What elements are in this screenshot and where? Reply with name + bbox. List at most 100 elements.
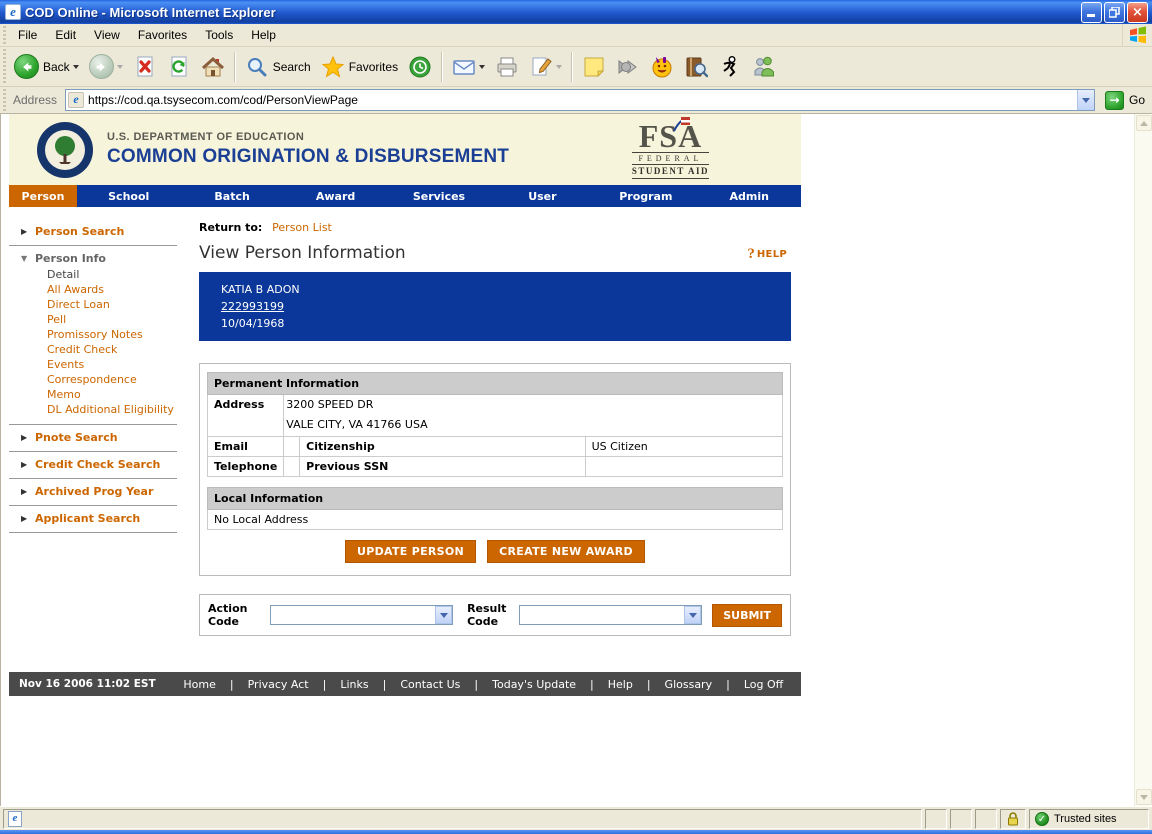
submit-button[interactable]: SUBMIT [712, 603, 783, 627]
tab-school[interactable]: School [77, 185, 180, 207]
tab-services[interactable]: Services [387, 185, 490, 207]
person-list-link[interactable]: Person List [272, 221, 332, 234]
sidebar-item-detail[interactable]: Detail [47, 267, 191, 282]
footer-link-log-off[interactable]: Log Off [719, 678, 790, 691]
aim-button[interactable] [713, 50, 747, 84]
chevron-down-icon [1081, 97, 1090, 103]
sidebar-item-credit-check-search[interactable]: ▶ Credit Check Search [9, 454, 191, 476]
footer-link-glossary[interactable]: Glossary [640, 678, 719, 691]
sidebar-item-applicant-search[interactable]: ▶ Applicant Search [9, 508, 191, 530]
restore-button[interactable] [1104, 1, 1125, 23]
footer-link-help[interactable]: Help [583, 678, 640, 691]
tab-person[interactable]: Person [9, 185, 77, 207]
sidebar-item-all-awards[interactable]: All Awards [47, 282, 191, 297]
close-button[interactable]: × [1127, 1, 1148, 23]
sticky-note-icon [584, 57, 605, 77]
vertical-scrollbar[interactable] [1134, 114, 1152, 806]
action-code-select[interactable] [269, 605, 454, 625]
toolbar-grip-3[interactable] [1, 89, 8, 111]
update-person-button[interactable]: UPDATE PERSON [345, 540, 477, 563]
previous-ssn-label: Previous SSN [299, 456, 586, 477]
site-header: U.S. DEPARTMENT OF EDUCATION COMMON ORIG… [9, 114, 801, 185]
refresh-button[interactable] [162, 50, 196, 84]
sidebar-item-events[interactable]: Events [47, 357, 191, 372]
footer-link-todays-update[interactable]: Today's Update [467, 678, 583, 691]
menu-tools[interactable]: Tools [196, 25, 242, 45]
menu-favorites[interactable]: Favorites [129, 25, 196, 45]
site-footer: Nov 16 2006 11:02 EST Home Privacy Act L… [9, 672, 801, 696]
sidebar-item-correspondence[interactable]: Correspondence [47, 372, 191, 387]
minimize-button[interactable] [1081, 1, 1102, 23]
toolbar-grip[interactable] [1, 26, 8, 44]
previous-ssn-value [584, 456, 784, 477]
back-button[interactable]: Back [9, 50, 84, 84]
sidebar-item-pnote-search[interactable]: ▶ Pnote Search [9, 427, 191, 449]
mail-button[interactable] [447, 50, 490, 84]
address-dropdown-button[interactable] [1076, 90, 1094, 110]
email-label: Email [206, 436, 285, 457]
sidebar-item-person-search[interactable]: ▶ Person Search [9, 221, 191, 243]
favorites-button[interactable]: Favorites [316, 50, 403, 84]
local-info-header: Local Information [207, 487, 783, 510]
sidebar-item-promissory-notes[interactable]: Promissory Notes [47, 327, 191, 342]
sidebar-item-archived-prog-year[interactable]: ▶ Archived Prog Year [9, 481, 191, 503]
history-button[interactable] [403, 50, 437, 84]
sidebar-item-dl-additional-eligibility[interactable]: DL Additional Eligibility [47, 402, 191, 417]
msn-messenger-button[interactable] [747, 50, 781, 84]
select-dropdown-icon[interactable] [435, 606, 453, 624]
research-button[interactable] [679, 50, 713, 84]
select-dropdown-icon-2[interactable] [684, 606, 702, 624]
security-lock-cell [1000, 808, 1026, 829]
aim-running-man-icon [723, 55, 736, 77]
back-dropdown-icon[interactable] [72, 64, 79, 69]
media-button[interactable] [611, 50, 645, 84]
windows-logo-icon [1122, 23, 1152, 47]
page-viewport: U.S. DEPARTMENT OF EDUCATION COMMON ORIG… [0, 114, 1152, 806]
sidebar-divider-3 [9, 451, 177, 452]
result-code-select[interactable] [518, 605, 703, 625]
footer-link-links[interactable]: Links [316, 678, 376, 691]
menu-file[interactable]: File [9, 25, 46, 45]
citizenship-label: Citizenship [299, 436, 586, 457]
footer-link-privacy-act[interactable]: Privacy Act [223, 678, 316, 691]
mail-dropdown-icon[interactable] [479, 64, 486, 69]
sidebar-item-person-info[interactable]: ▼ Person Info Detail All Awards Direct Lo… [9, 248, 191, 422]
tab-award[interactable]: Award [284, 185, 387, 207]
help-link[interactable]: ? HELP [747, 246, 791, 263]
mail-icon [453, 59, 475, 75]
sidebar-item-memo[interactable]: Memo [47, 387, 191, 402]
sidebar-divider-6 [9, 532, 177, 533]
msn-messenger-icon [754, 56, 775, 76]
address-input[interactable] [88, 93, 1077, 107]
menu-view[interactable]: View [85, 25, 129, 45]
toolbar-grip-2[interactable] [1, 49, 8, 84]
home-button[interactable] [196, 50, 230, 84]
collapsed-arrow-icon: ▶ [21, 227, 28, 236]
tab-batch[interactable]: Batch [180, 185, 283, 207]
footer-link-contact-us[interactable]: Contact Us [376, 678, 468, 691]
go-button[interactable]: → Go [1101, 90, 1149, 111]
stop-button[interactable] [128, 50, 162, 84]
menu-edit[interactable]: Edit [46, 25, 85, 45]
tab-user[interactable]: User [491, 185, 594, 207]
sidebar-item-pell[interactable]: Pell [47, 312, 191, 327]
edit-button[interactable] [524, 50, 567, 84]
footer-link-home[interactable]: Home [176, 678, 222, 691]
scroll-up-button[interactable] [1135, 115, 1152, 131]
menu-help[interactable]: Help [242, 25, 285, 45]
person-ssn-link[interactable]: 222993199 [221, 300, 284, 313]
action-buttons-row: UPDATE PERSON CREATE NEW AWARD [207, 540, 783, 563]
sidebar-item-direct-loan[interactable]: Direct Loan [47, 297, 191, 312]
scroll-down-button[interactable] [1135, 789, 1152, 805]
print-button[interactable] [490, 50, 524, 84]
tab-program[interactable]: Program [594, 185, 697, 207]
messenger-yahoo-button[interactable] [645, 50, 679, 84]
footer-timestamp: Nov 16 2006 11:02 EST [19, 678, 156, 690]
sidebar-item-credit-check[interactable]: Credit Check [47, 342, 191, 357]
tab-admin[interactable]: Admin [698, 185, 801, 207]
forward-button[interactable] [84, 50, 128, 84]
notes-button[interactable] [577, 50, 611, 84]
create-new-award-button[interactable]: CREATE NEW AWARD [487, 540, 645, 563]
chevron-down-icon-2 [1139, 794, 1148, 800]
search-button[interactable]: Search [240, 50, 316, 84]
